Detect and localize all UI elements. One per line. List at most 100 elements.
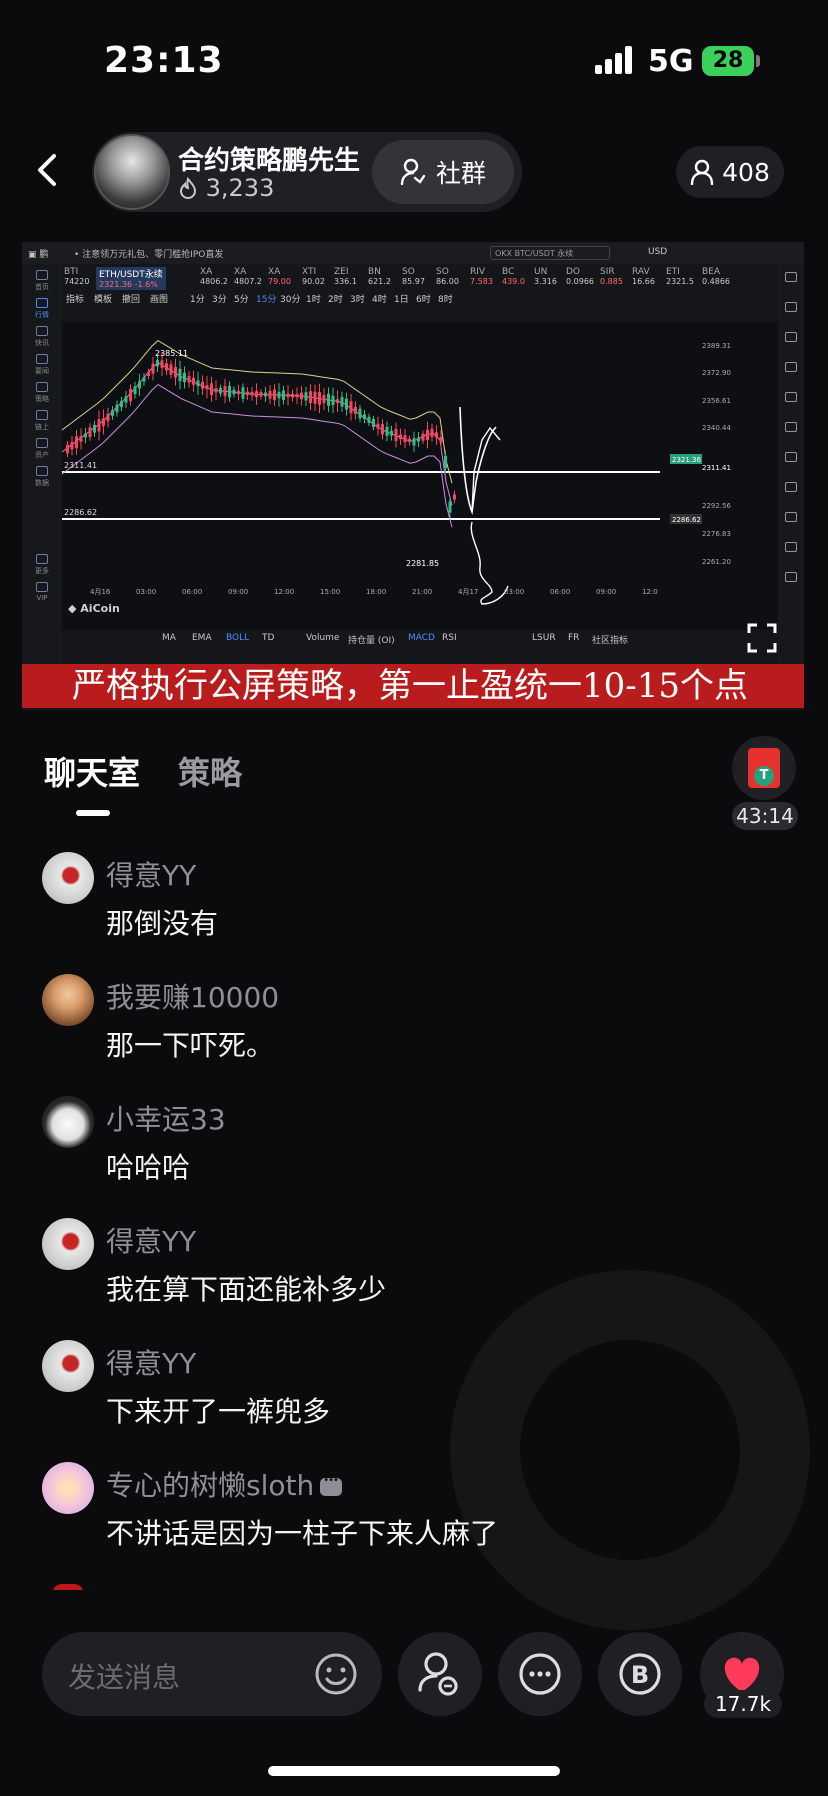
user-avatar[interactable] <box>42 1096 94 1148</box>
heat-value: 3,233 <box>205 174 275 202</box>
chat-message: 专心的树懒sloth 不讲话是因为一柱子下来人麻了 <box>0 1450 828 1570</box>
sidebar-strategy: 策略 <box>30 382 54 406</box>
back-icon[interactable] <box>28 150 68 190</box>
low-price-label: 2281.85 <box>406 559 439 568</box>
message-input[interactable]: 发送消息 <box>42 1632 382 1716</box>
candle-body <box>327 393 330 406</box>
clock: 23:13 <box>104 40 224 81</box>
user-nickname[interactable]: 小幸运33 <box>106 1098 226 1138</box>
candle-body <box>381 424 384 435</box>
candle-body <box>102 418 105 426</box>
ticker: UN 3.316 <box>534 267 557 286</box>
candle-body <box>106 413 110 422</box>
mic-link-button[interactable] <box>398 1632 482 1716</box>
candle-body <box>336 399 339 403</box>
candle-body <box>372 418 375 428</box>
tab-strategy[interactable]: 策略 <box>178 748 242 794</box>
candle-body <box>151 363 155 374</box>
sidebar-assets: 资产 <box>30 438 54 462</box>
candle-body <box>111 410 114 416</box>
community-button[interactable]: 社群 <box>372 140 514 204</box>
ticker: BN 621.2 <box>368 267 391 286</box>
community-icon <box>400 158 426 186</box>
candle-body <box>169 364 173 375</box>
emoji-icon[interactable] <box>312 1650 360 1698</box>
message-text: 我在算下面还能补多少 <box>106 1273 387 1306</box>
candle-body <box>84 433 87 438</box>
candle-body <box>232 389 236 395</box>
candle-body <box>201 381 204 389</box>
ticker: DO 0.0966 <box>566 267 594 286</box>
candle-body <box>363 414 366 420</box>
ticker: XA 79.00 <box>268 267 291 286</box>
ticker-bar: BTI 74220 ETH/USDT永续 2321.36 -1.6% XA 4806.… <box>62 264 786 290</box>
candle-body <box>453 494 456 500</box>
app-logo: ▣ 鹏 <box>28 250 49 260</box>
viewer-count-button[interactable]: 408 <box>676 146 784 198</box>
user-avatar[interactable] <box>42 1462 94 1514</box>
svg-text:03:00: 03:00 <box>136 588 156 596</box>
candle-body <box>192 377 195 385</box>
candle-body <box>97 419 101 432</box>
candle-body <box>349 401 353 414</box>
tab-chat[interactable]: 聊天室 <box>44 748 140 794</box>
candle-body <box>156 360 159 367</box>
drawing-toolbar <box>62 306 786 322</box>
svg-text:15:00: 15:00 <box>320 588 340 596</box>
more-button[interactable] <box>498 1632 582 1716</box>
user-nickname[interactable]: 得意YY <box>106 1342 196 1382</box>
user-avatar[interactable] <box>42 974 94 1026</box>
user-avatar[interactable] <box>42 1218 94 1270</box>
user-nickname[interactable]: 得意YY <box>106 1220 196 1260</box>
candle-body <box>390 430 393 436</box>
svg-text:2261.20: 2261.20 <box>702 558 731 566</box>
chart-app-sidebar: 首页 行情 快讯 要闻 策略 链上 资产 数据 更多 VIP <box>22 264 62 676</box>
candle-body <box>444 455 447 469</box>
user-nickname[interactable]: 得意YY <box>106 854 196 894</box>
candle-body <box>223 386 227 397</box>
live-video[interactable]: ▣ 鹏 • 注意领万元礼包、零门槛抢IPO直发 OKX BTC/USDT 永续 … <box>22 242 804 710</box>
candle-body <box>66 444 69 454</box>
user-nickname[interactable]: 专心的树懒sloth <box>106 1464 343 1504</box>
user-avatar[interactable] <box>42 852 94 904</box>
user-nickname[interactable]: 我要赚10000 <box>106 976 279 1016</box>
user-avatar[interactable] <box>42 1340 94 1392</box>
ticker: RIV 7.583 <box>470 267 493 286</box>
candle-body <box>196 380 200 387</box>
candle-body <box>219 387 222 394</box>
streamer-card[interactable]: 合约策略鹏先生 3,233 社群 <box>92 132 522 212</box>
candle-body <box>309 391 312 404</box>
candle-body <box>79 435 83 442</box>
price-chart: 2385.11 2281.85 2311.41 2286.62 2389.31 … <box>62 322 778 630</box>
svg-text:03:00: 03:00 <box>504 588 524 596</box>
fullscreen-icon[interactable] <box>746 622 778 654</box>
chat-message: 小幸运33 哈哈哈 <box>0 1084 828 1204</box>
svg-text:2356.61: 2356.61 <box>702 397 731 405</box>
left-level-upper: 2311.41 <box>64 461 97 470</box>
red-packet-button[interactable]: T <box>732 736 796 800</box>
home-indicator[interactable] <box>268 1766 560 1776</box>
streamer-heat: 3,233 <box>178 174 274 202</box>
candle-body <box>318 392 321 405</box>
candle-body <box>408 438 411 443</box>
tab-indicator <box>76 810 110 816</box>
left-level-lower: 2286.62 <box>64 508 97 517</box>
svg-text:18:00: 18:00 <box>366 588 386 596</box>
coin-button[interactable]: B <box>598 1632 682 1716</box>
candle-body <box>399 434 402 440</box>
ticker: XA 4807.2 <box>234 267 262 286</box>
signal-icon <box>595 46 635 74</box>
candle-body <box>340 397 344 407</box>
candle-body <box>120 400 123 408</box>
red-packet-countdown: 43:14 <box>732 802 798 830</box>
streamer-avatar[interactable] <box>94 134 170 210</box>
sidebar-home: 首页 <box>30 270 54 294</box>
viewer-count: 408 <box>722 157 770 187</box>
svg-text:2340.44: 2340.44 <box>702 424 731 432</box>
candle-body <box>255 391 258 398</box>
chat-message: 得意YY 那倒没有 <box>0 840 828 960</box>
chat-list[interactable]: 得意YY 那倒没有 我要赚10000 那一下吓死。 小幸运33 哈哈哈 得意YY… <box>0 840 828 1590</box>
svg-text:2286.62: 2286.62 <box>672 516 701 524</box>
svg-text:06:00: 06:00 <box>182 588 202 596</box>
more-icon <box>519 1653 561 1695</box>
